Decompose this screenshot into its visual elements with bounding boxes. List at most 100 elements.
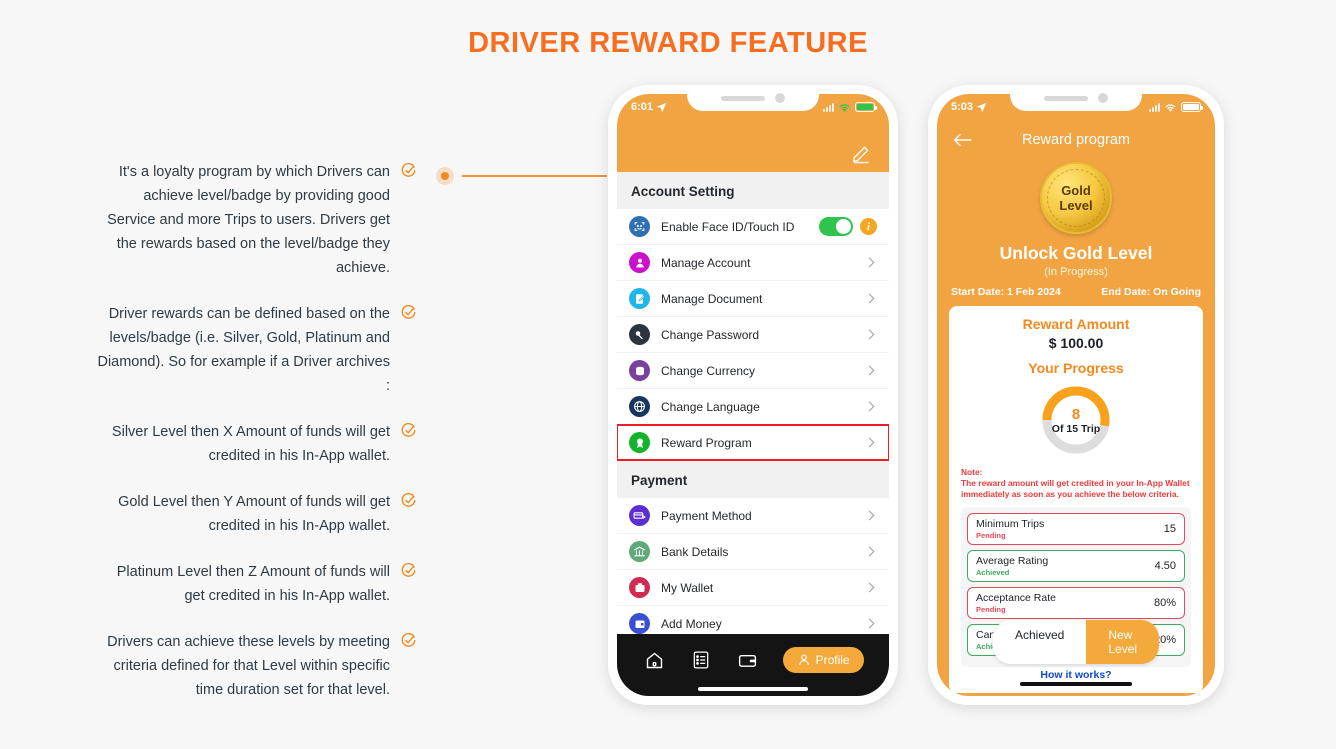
check-circle-icon [401,163,416,178]
settings-row[interactable]: My Wallet [617,570,889,605]
segment-achieved[interactable]: Achieved [992,620,1087,664]
chevron-right-icon [864,618,875,629]
phone-mockup-account-setting: 6:01 Account Setting Enable Face ID/Touc… [608,85,898,705]
progress-donut-chart: 8 Of 15 Trip [1039,383,1113,457]
progress-current-value: 8 [1071,405,1081,423]
note-title: Note: [961,467,983,477]
criterion-name: Minimum Trips [976,518,1045,530]
settings-row[interactable]: Manage Account [617,245,889,280]
criterion-row: Minimum Trips Pending 15 [967,513,1185,545]
currency-icon [629,360,650,381]
back-arrow-icon[interactable] [953,132,973,150]
front-camera [775,93,785,103]
settings-row[interactable]: Manage Document [617,281,889,316]
reward-amount-value: $ 100.00 [1048,335,1104,351]
level-segmented-control: Achieved New Level [992,620,1160,664]
bottom-tab-bar: Profile [617,634,889,696]
chevron-right-icon [864,546,875,557]
settings-row[interactable]: Change Password [617,317,889,352]
front-camera [1098,93,1108,103]
person-icon [629,252,650,273]
settings-row[interactable]: Reward Program [617,424,889,461]
start-date: Start Date: 1 Feb 2024 [951,286,1061,298]
orders-list-icon[interactable] [689,648,713,672]
end-date: End Date: On Going [1101,286,1201,298]
speaker-grille [1044,95,1088,101]
phone2-screen: 5:03 Reward program Gold Level Unlock Go… [937,94,1215,696]
battery-icon [855,102,877,112]
home-indicator [698,687,808,691]
reward-amount-label: Reward Amount [1022,316,1130,332]
badge-line-2: Level [1059,198,1093,213]
chevron-right-icon [864,401,875,412]
gold-level-badge: Gold Level [1040,162,1112,234]
settings-row[interactable]: Bank Details [617,534,889,569]
feature-bullet: Platinum Level then Z Amount of funds wi… [96,560,416,608]
feature-bullet: Gold Level then Y Amount of funds will g… [96,490,416,538]
settings-row-label: Change Language [661,399,760,414]
progress-label: Your Progress [1028,360,1124,376]
check-circle-icon [401,563,416,578]
tab-profile-label: Profile [815,653,850,667]
chevron-right-icon [864,293,875,304]
criterion-name: Acceptance Rate [976,592,1056,604]
feature-bullet-text: Driver rewards can be defined based on t… [97,306,390,394]
unlock-level-title: Unlock Gold Level [999,243,1153,263]
settings-row[interactable]: Change Language [617,389,889,424]
home-icon[interactable] [642,648,666,672]
phone-mockup-reward-program: 5:03 Reward program Gold Level Unlock Go… [928,85,1224,705]
face-id-icon [629,216,650,237]
check-circle-icon [401,633,416,648]
feature-bullet-text: Silver Level then X Amount of funds will… [111,424,390,464]
settings-row-label: Manage Document [661,291,763,306]
wifi-icon [839,103,850,112]
check-circle-icon [401,423,416,438]
unlock-level-status: (In Progress) [1044,266,1108,278]
reward-note: Note: The reward amount will get credite… [961,467,1191,500]
connector-line [462,175,607,177]
settings-row-label: Reward Program [661,435,752,450]
battery-icon [1181,102,1203,112]
check-circle-icon [401,493,416,508]
feature-bullet: Silver Level then X Amount of funds will… [96,420,416,468]
criterion-name: Average Rating [976,555,1049,567]
how-it-works-link[interactable]: How it works? [961,669,1191,681]
feature-bullet-text: Gold Level then Y Amount of funds will g… [118,494,390,534]
settings-row-label: Bank Details [661,544,729,559]
add-money-icon [629,613,650,634]
connector-dot [436,167,454,185]
page-title: DRIVER REWARD FEATURE [468,27,868,59]
edit-pencil-icon[interactable] [851,142,873,164]
document-edit-icon [629,288,650,309]
segment-new-level[interactable]: New Level [1086,620,1160,664]
payment-section-header: Payment [617,461,889,498]
face-id-toggle[interactable] [819,217,853,236]
badge-line-1: Gold [1061,183,1091,198]
settings-row[interactable]: Enable Face ID/Touch ID i [617,209,889,244]
globe-icon [629,396,650,417]
info-icon[interactable]: i [860,218,877,235]
progress-total-label: Of 15 Trip [1051,422,1101,435]
phone2-notch [1010,85,1142,111]
settings-row[interactable]: Change Currency [617,353,889,388]
home-indicator [1020,682,1132,686]
feature-bullet: Driver rewards can be defined based on t… [96,302,416,398]
account-setting-list: Enable Face ID/Touch ID i Manage Account Ma… [617,209,889,461]
wallet-icon[interactable] [736,648,760,672]
tab-profile[interactable]: Profile [782,647,864,673]
bank-icon [629,541,650,562]
location-arrow-icon [976,102,987,112]
settings-row[interactable]: Payment Method [617,498,889,533]
settings-row-label: Payment Method [661,508,752,523]
settings-row-label: Enable Face ID/Touch ID [661,219,795,234]
signal-icon [1149,102,1160,112]
speaker-grille [721,95,765,101]
reward-badge-icon [629,432,650,453]
settings-row-label: Add Money [661,616,722,631]
settings-row-label: Change Currency [661,363,756,378]
criterion-status: Achieved [976,568,1010,577]
chevron-right-icon [864,329,875,340]
criterion-status: Pending [976,605,1006,614]
key-icon [629,324,650,345]
check-circle-icon [401,305,416,320]
